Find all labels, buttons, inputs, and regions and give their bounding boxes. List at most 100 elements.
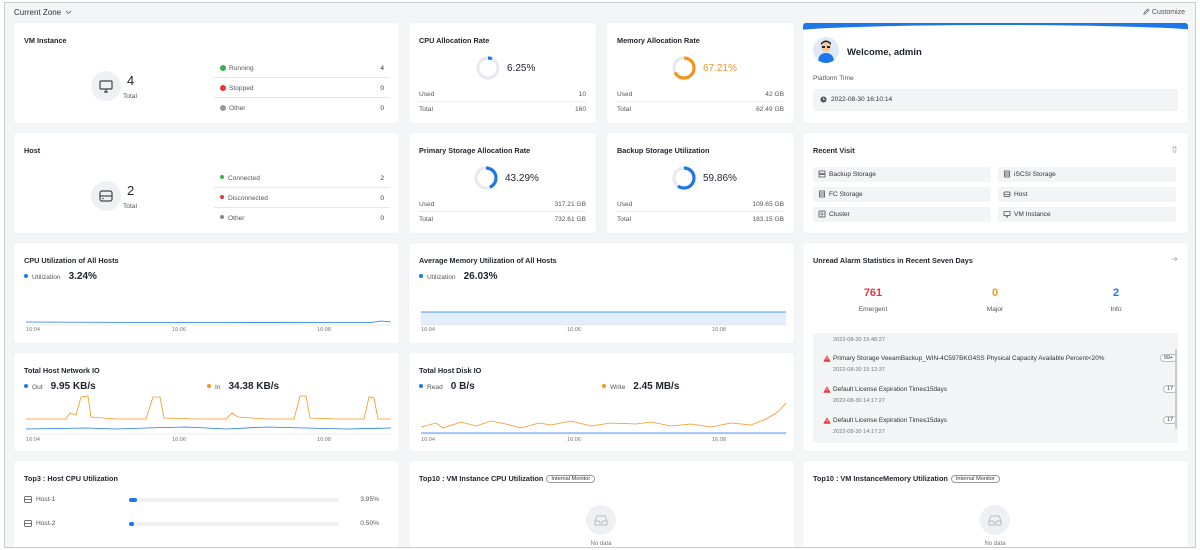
memory-utilization-value: 26.03% (463, 271, 498, 282)
dashboard-frame: Current Zone Customize VM Instance 4 Tot… (4, 2, 1196, 548)
trash-icon[interactable] (1171, 146, 1178, 153)
memory-allocation-title: Memory Allocation Rate (617, 36, 700, 45)
host-status-row-disconnected[interactable]: Disconnected 0 (214, 189, 390, 208)
divider (419, 101, 586, 102)
x-tick: 16:04 (26, 437, 40, 443)
alarm-stat-info[interactable]: 2 Info (1086, 287, 1146, 313)
admin-avatar[interactable] (813, 37, 839, 63)
disk-read-legend: Read 0 B/s (419, 381, 475, 392)
recent-item-cluster[interactable]: Cluster (813, 207, 991, 222)
primary-storage-card: Primary Storage Allocation Rate 43.29% U… (409, 133, 596, 233)
vm-status-label: Running (229, 65, 254, 72)
vm-status-row-stopped[interactable]: Stopped 0 (214, 79, 390, 98)
recent-item-iscsi-storage[interactable]: iSCSI Storage (998, 167, 1176, 182)
memory-allocation-percent: 67.21% (703, 63, 737, 74)
other-status-dot (220, 215, 224, 219)
alarm-text: Default License Expiration Time≤15days (833, 386, 947, 393)
host-icon (1003, 191, 1011, 197)
cpu-total-value: 160 (574, 106, 586, 113)
utilization-legend-dot (24, 274, 28, 278)
cluster-icon (818, 210, 826, 218)
top3-row-host-1[interactable]: Host-1 3.95% (24, 495, 389, 507)
top10-vm-cpu-card: Top10 : VM Instance CPU Utilization Inter… (409, 461, 794, 547)
x-tick: 16:04 (421, 327, 435, 333)
primary-used-value: 317.21 GB (554, 201, 586, 208)
top3-bar-fill (129, 522, 135, 526)
network-io-title: Total Host Network IO (24, 366, 100, 375)
recent-item-backup-storage[interactable]: Backup Storage (813, 167, 991, 182)
vm-status-row-running[interactable]: Running 4 (214, 59, 390, 78)
primary-used-label: Used (419, 201, 435, 208)
alarm-item[interactable]: Primary Storage VeeamBackup_WIN-4C597BKG… (823, 354, 1177, 373)
recent-item-fc-storage[interactable]: FC Storage (813, 187, 991, 202)
primary-storage-title: Primary Storage Allocation Rate (419, 146, 531, 155)
zone-selector[interactable]: Current Zone (14, 8, 72, 17)
vm-status-row-other[interactable]: Other 0 (214, 99, 390, 118)
host-total-label: Total (123, 203, 137, 210)
recent-visit-card: Recent Visit Backup Storage iSCSI Storag… (803, 133, 1188, 233)
recent-item-label: VM Instance (1014, 211, 1051, 218)
vm-total-label: Total (123, 93, 137, 100)
cpu-allocation-percent: 6.25% (507, 63, 536, 74)
customize-button[interactable]: Customize (1143, 8, 1185, 16)
memory-allocation-card: Memory Allocation Rate 67.21% Used 42 GB… (607, 23, 794, 123)
top10-vm-cpu-title: Top10 : VM Instance CPU Utilization Inter… (419, 474, 596, 483)
recent-item-vm-instance[interactable]: VM Instance (998, 207, 1176, 222)
memory-utilization-area-chart (421, 311, 786, 326)
alarm-stat-major[interactable]: 0 Major (965, 287, 1025, 313)
internal-monitor-tag[interactable]: Internal Monitor (546, 475, 596, 483)
alarm-time: 2022-08-30 14:17:27 (833, 429, 885, 435)
alarm-time: 2022-08-30 15:48:27 (833, 337, 885, 343)
x-tick: 16:04 (421, 437, 435, 443)
other-status-icon (220, 105, 226, 111)
alarm-stat-label: Major (986, 306, 1004, 313)
donut-track (476, 56, 500, 80)
no-data-text: No data (590, 541, 612, 547)
memory-total-value: 62.49 GB (756, 106, 784, 113)
alarm-statistics-title: Unread Alarm Statistics in Recent Seven … (813, 256, 973, 265)
primary-storage-percent: 43.29% (505, 173, 539, 184)
clock-icon (820, 96, 827, 103)
memory-utilization-legend: Utilization 26.03% (419, 271, 498, 282)
host-title: Host (24, 146, 41, 155)
warning-icon (823, 417, 831, 424)
alarm-stat-emergent[interactable]: 761 Emergent (843, 287, 903, 313)
alarm-list-scrollbar[interactable] (1175, 349, 1177, 429)
disk-io-line-chart (421, 402, 786, 435)
cpu-allocation-title: CPU Allocation Rate (419, 36, 490, 45)
primary-total-label: Total (419, 216, 433, 223)
top10-vm-memory-title-text: Top10 : VM InstanceMemory Utilization (813, 474, 948, 483)
top3-host-label: Host-2 (36, 520, 56, 527)
chevron-down-icon (66, 10, 72, 15)
alarm-item[interactable]: Default License Expiration Time≤15days 1… (823, 385, 1177, 404)
warning-icon (823, 386, 831, 393)
internal-monitor-tag[interactable]: Internal Monitor (950, 475, 1000, 483)
welcome-greeting: Welcome, admin (847, 47, 922, 58)
x-tick: 16:08 (317, 437, 331, 443)
top3-row-host-2[interactable]: Host-2 0.50% (24, 519, 389, 531)
write-legend-dot (602, 384, 606, 388)
inbox-empty-icon (586, 505, 616, 535)
host-status-row-other[interactable]: Other 0 (214, 209, 390, 228)
out-legend-dot (24, 384, 28, 388)
cpu-utilization-legend: Utilization 3.24% (24, 271, 97, 282)
x-tick: 16:08 (712, 437, 726, 443)
cpu-used-label: Used (419, 91, 435, 98)
backup-total-value: 183.15 GB (752, 216, 784, 223)
alarm-item[interactable]: Default License Expiration Time≤15days 1… (823, 416, 1177, 435)
alarm-list: 2022-08-30 15:48:27 Primary Storage Veea… (813, 333, 1178, 443)
recent-item-label: iSCSI Storage (1014, 171, 1056, 178)
backup-storage-title: Backup Storage Utilization (617, 146, 710, 155)
top3-bar-track (129, 498, 339, 502)
in-legend-dot (207, 384, 211, 388)
divider (419, 211, 586, 212)
host-status-row-connected[interactable]: Connected 2 (214, 169, 390, 188)
host-status-value: 0 (380, 215, 384, 222)
platform-time-value: 2022-08-30 16:10:14 (831, 96, 893, 103)
vm-status-value: 0 (380, 85, 384, 92)
network-out-legend: Out 9.95 KB/s (24, 381, 96, 392)
recent-item-host[interactable]: Host (998, 187, 1176, 202)
primary-total-value: 732.61 GB (554, 216, 586, 223)
host-status-label: Disconnected (228, 195, 268, 202)
arrow-right-icon[interactable] (1171, 256, 1178, 262)
